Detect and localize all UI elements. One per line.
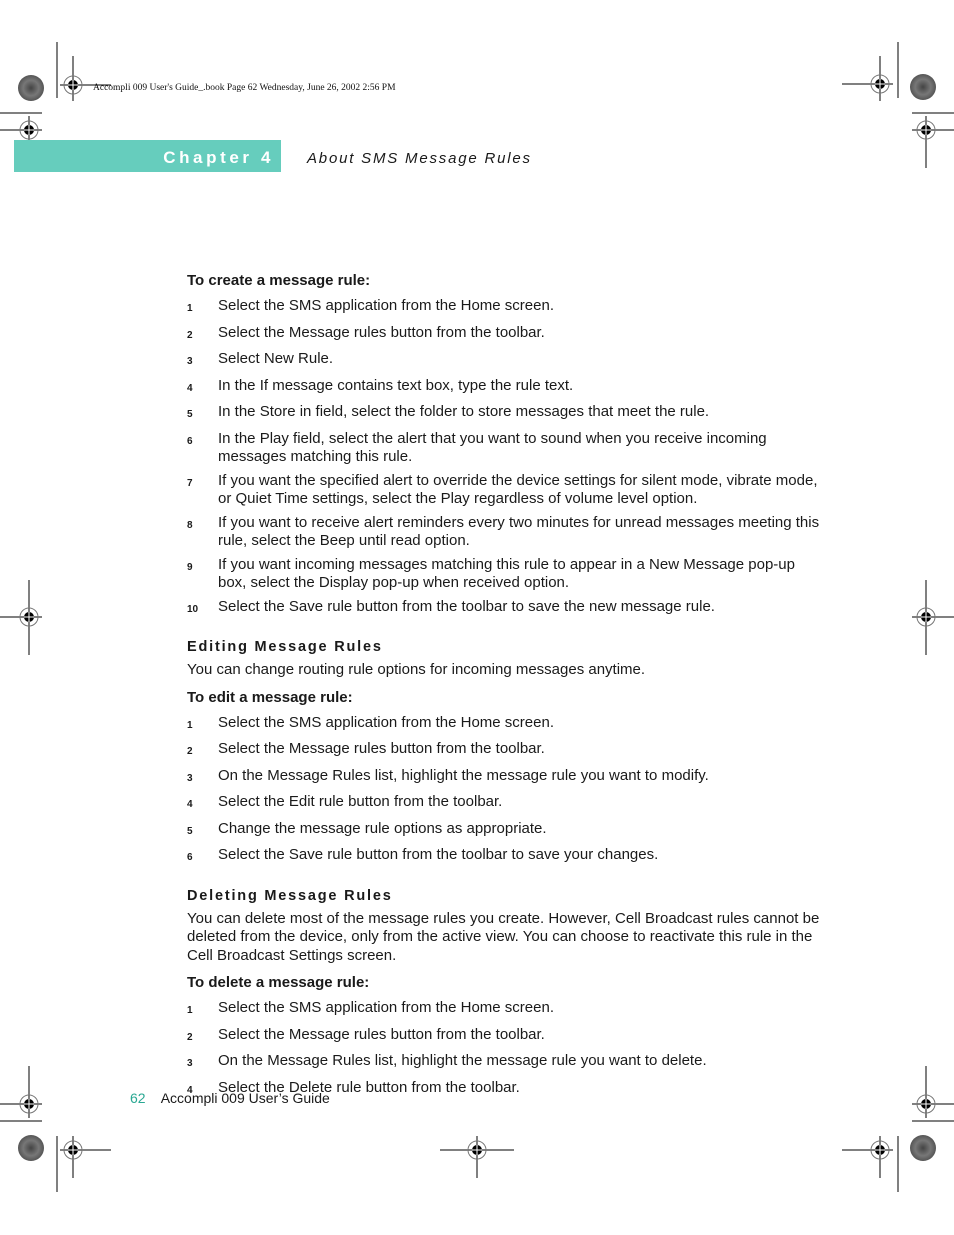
registration-mark-icon xyxy=(912,580,954,655)
step-text: Select the Edit rule button from the too… xyxy=(218,793,503,810)
step-item: 8 If you want to receive alert reminders … xyxy=(187,514,827,551)
step-item: 4 Select the Edit rule button from the to… xyxy=(187,793,827,815)
step-number: 10 xyxy=(187,603,199,615)
step-item: 10 Select the Save rule button from the t… xyxy=(187,598,827,620)
star-target-icon xyxy=(910,74,936,100)
chapter-band: Chapter 4 xyxy=(14,140,281,172)
step-text: Select the Message rules button from the… xyxy=(218,1025,545,1043)
registration-mark-icon xyxy=(912,112,954,168)
step-number: 2 xyxy=(187,746,193,757)
step-item: 2 Select the Message rules button from th… xyxy=(187,1026,827,1048)
step-item: 2 Select the Message rules button from th… xyxy=(187,324,827,346)
page-content: To create a message rule: 1 Select the SM… xyxy=(187,271,827,1105)
step-text: Select the SMS application from the Home… xyxy=(218,297,554,314)
step-number: 8 xyxy=(187,519,193,531)
step-item: 3 On the Message Rules list, highlight th… xyxy=(187,1052,827,1074)
step-number: 4 xyxy=(187,382,193,394)
step-text: Select the Save rule button from the too… xyxy=(218,846,659,863)
registration-mark-icon xyxy=(912,1066,954,1118)
step-number: 1 xyxy=(187,719,193,731)
step-item: 6 In the Play field, select the alert tha… xyxy=(187,430,827,467)
step-item: 2 Select the Message rules button from th… xyxy=(187,740,827,762)
step-number: 6 xyxy=(187,435,193,447)
step-number: 6 xyxy=(187,852,193,863)
chapter-label: Chapter 4 xyxy=(163,148,274,167)
book-title: Accompli 009 User’s Guide xyxy=(160,1090,330,1106)
registration-mark-icon xyxy=(440,1136,514,1178)
step-text: Select New Rule. xyxy=(218,350,334,367)
registration-mark-icon xyxy=(60,56,111,101)
step-text: In the If message contains text box, typ… xyxy=(218,376,574,394)
registration-mark-icon xyxy=(0,1066,42,1118)
delete-steps-list: 1 Select the SMS application from the Hom… xyxy=(187,999,827,1100)
step-item: 7 If you want the specified alert to over… xyxy=(187,472,827,509)
step-text: If you want to receive alert reminders e… xyxy=(218,513,820,550)
registration-mark-icon xyxy=(0,580,42,655)
step-number: 5 xyxy=(187,409,193,420)
step-item: 1 Select the SMS application from the Hom… xyxy=(187,297,827,319)
step-text: Select the Message rules button from the… xyxy=(218,323,545,341)
delete-procedure-title: To delete a message rule: xyxy=(187,974,370,991)
star-target-icon xyxy=(18,1135,44,1161)
step-item: 5 In the Store in field, select the folde… xyxy=(187,403,827,425)
edit-procedure-title: To edit a message rule: xyxy=(187,688,353,706)
step-text: In the Play field, select the alert that… xyxy=(218,429,767,466)
page-footer: 62 Accompli 009 User’s Guide xyxy=(130,1090,330,1106)
step-number: 7 xyxy=(187,477,193,489)
step-text: Change the message rule options as appro… xyxy=(218,819,547,837)
step-number: 3 xyxy=(187,772,193,784)
step-number: 1 xyxy=(187,1005,193,1016)
step-item: 4 In the If message contains text box, ty… xyxy=(187,377,827,399)
step-item: 1 Select the SMS application from the Hom… xyxy=(187,999,827,1021)
star-target-icon xyxy=(910,1135,936,1161)
registration-mark-icon xyxy=(60,1136,111,1178)
print-header: Accompli 009 User's Guide_.book Page 62 … xyxy=(93,83,396,93)
step-text: Select the Message rules button from the… xyxy=(218,740,545,757)
create-procedure-title: To create a message rule: xyxy=(187,272,371,289)
step-text: On the Message Rules list, highlight the… xyxy=(218,1052,707,1069)
editing-section-heading: Editing Message Rules xyxy=(187,639,383,655)
step-item: 3 On the Message Rules list, highlight th… xyxy=(187,767,827,789)
step-item: 6 Select the Save rule button from the to… xyxy=(187,846,827,868)
step-number: 3 xyxy=(187,1058,193,1069)
step-item: 1 Select the SMS application from the Hom… xyxy=(187,714,827,736)
step-text: If you want the specified alert to overr… xyxy=(218,471,818,508)
step-number: 2 xyxy=(187,1031,193,1043)
step-text: Select the SMS application from the Home… xyxy=(218,713,554,731)
editing-intro: You can change routing rule options for … xyxy=(187,661,646,678)
step-text: Select the Save rule button from the too… xyxy=(218,597,715,615)
star-target-icon xyxy=(18,75,44,101)
registration-mark-icon xyxy=(842,1136,893,1178)
chapter-title: About SMS Message Rules xyxy=(307,150,532,167)
step-text: Select the SMS application from the Home… xyxy=(218,999,554,1016)
registration-mark-icon xyxy=(842,56,893,101)
step-number: 5 xyxy=(187,825,193,837)
step-number: 4 xyxy=(187,799,193,810)
step-number: 1 xyxy=(187,303,193,314)
step-item: 3 Select New Rule. xyxy=(187,350,827,372)
step-text: On the Message Rules list, highlight the… xyxy=(218,766,709,784)
step-item: 9 If you want incoming messages matching … xyxy=(187,556,827,593)
deleting-intro: You can delete most of the message rules… xyxy=(187,909,820,964)
step-number: 2 xyxy=(187,329,193,341)
step-number: 3 xyxy=(187,356,193,367)
step-text: If you want incoming messages matching t… xyxy=(218,555,795,592)
step-number: 9 xyxy=(187,561,193,573)
page-number: 62 xyxy=(130,1090,146,1106)
step-text: In the Store in field, select the folder… xyxy=(218,403,710,420)
edit-steps-list: 1 Select the SMS application from the Hom… xyxy=(187,714,827,868)
create-steps-list: 1 Select the SMS application from the Hom… xyxy=(187,297,827,619)
deleting-section-heading: Deleting Message Rules xyxy=(187,887,393,904)
step-item: 5 Change the message rule options as appr… xyxy=(187,820,827,842)
